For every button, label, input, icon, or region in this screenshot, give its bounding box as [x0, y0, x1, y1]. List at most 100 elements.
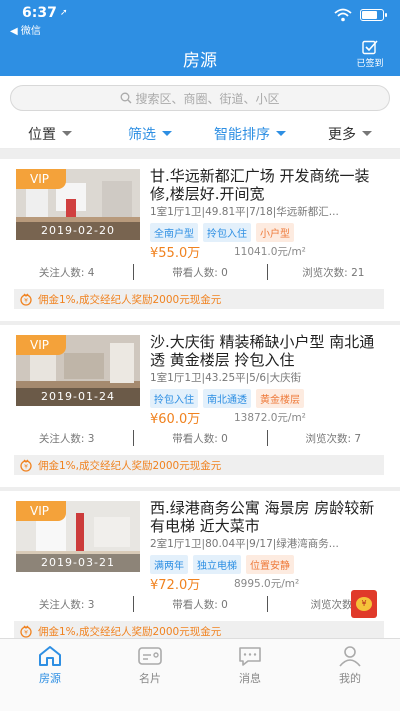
listing-photo: VIP 2019-03-21 [16, 501, 140, 572]
listing-unit-price: 11041.0元/m² [234, 246, 306, 258]
signin-label: 已签到 [356, 59, 384, 69]
listing-tags: 全南户型 拎包入住 小户型 [150, 223, 294, 242]
listing-stats: 关注人数: 3 带看人数: 0 浏览次数: [0, 591, 400, 617]
listing-tag: 拎包入住 [150, 389, 198, 408]
filter-location[interactable]: 位置 [0, 119, 100, 148]
svg-text:¥: ¥ [24, 464, 28, 471]
person-icon [339, 646, 361, 667]
status-bar: 6:37 ➚ ◀ 微信 [0, 0, 400, 37]
followers-count: 关注人数: 4 [38, 266, 95, 279]
tab-messages[interactable]: 消息 [200, 639, 300, 711]
search-section: 搜索区、商圈、街道、小区 [0, 76, 400, 119]
listing-stats: 关注人数: 4 带看人数: 0 浏览次数: 21 [0, 259, 400, 285]
listing-tags: 满两年 独立电梯 位置安静 [150, 555, 294, 574]
tab-listings-label: 房源 [39, 672, 61, 685]
filter-more[interactable]: 更多 [300, 119, 400, 148]
page-title: 房源 [183, 51, 217, 71]
listing-photo: VIP 2019-01-24 [16, 335, 140, 406]
listing-photo: VIP 2019-02-20 [16, 169, 140, 240]
commission-text: 佣金1%,成交经纪人奖励2000元现金元 [38, 293, 222, 306]
listing-tag: 独立电梯 [193, 555, 241, 574]
views-count: 浏览次数: [266, 591, 400, 617]
filter-more-label: 更多 [328, 126, 356, 143]
filter-bar: 位置 筛选 智能排序 更多 [0, 119, 400, 149]
commission-banner: ¥ 佣金1%,成交经纪人奖励2000元现金元 [14, 455, 384, 475]
listing-tag: 全南户型 [150, 223, 198, 242]
commission-banner: ¥ 佣金1%,成交经纪人奖励2000元现金元 [14, 289, 384, 309]
listing-tags: 拎包入住 南北通透 黄金楼层 [150, 389, 304, 408]
listing-card[interactable]: VIP 2019-02-20 甘.华远新都汇广场 开发商统一装修,楼层好.开间宽… [0, 159, 400, 321]
viewings-count: 带看人数: 0 [133, 591, 266, 617]
filter-sort-label: 智能排序 [214, 126, 270, 143]
caret-down-icon [276, 131, 286, 136]
money-bag-icon: ¥ [20, 293, 32, 306]
wifi-icon [334, 8, 352, 22]
listing-tag: 黄金楼层 [256, 389, 304, 408]
house-icon [39, 646, 61, 666]
tab-messages-label: 消息 [239, 672, 261, 685]
listing-tag: 南北通透 [203, 389, 251, 408]
svg-text:¥: ¥ [24, 630, 28, 637]
red-packet-icon: ¥ [356, 597, 372, 611]
commission-text: 佣金1%,成交经纪人奖励2000元现金元 [38, 625, 222, 638]
nav-bar: 房源 已签到 [0, 36, 400, 76]
listing-meta: 2室1厅1卫|80.04平|9/17|绿港湾商务... [150, 538, 339, 550]
followers-count: 关注人数: 3 [38, 432, 95, 445]
listing-tag: 拎包入住 [203, 223, 251, 242]
listing-unit-price: 13872.0元/m² [234, 412, 306, 424]
views-count: 浏览次数: 21 [266, 259, 400, 285]
money-bag-icon: ¥ [20, 459, 32, 472]
filter-screening[interactable]: 筛选 [100, 119, 200, 148]
back-to-app-link[interactable]: ◀ 微信 [10, 22, 41, 37]
commission-text: 佣金1%,成交经纪人奖励2000元现金元 [38, 459, 222, 472]
signin-check-icon [362, 40, 378, 55]
filter-location-label: 位置 [28, 126, 56, 143]
listing-card[interactable]: VIP 2019-03-21 西.绿港商务公寓 海景房 房龄较新 有电梯 近大菜… [0, 491, 400, 653]
listing-title: 甘.华远新都汇广场 开发商统一装修,楼层好.开间宽 [150, 167, 370, 203]
signin-button[interactable]: 已签到 [350, 40, 390, 69]
listing-meta: 1室1厅1卫|49.81平|7/18|华远新都汇... [150, 206, 339, 218]
status-time: 6:37 [22, 5, 57, 21]
followers-count: 关注人数: 3 [38, 598, 95, 611]
listing-card[interactable]: VIP 2019-01-24 沙.大庆街 精装稀缺小户型 南北通透 黄金楼层 拎… [0, 325, 400, 487]
message-icon [239, 647, 261, 666]
viewings-count: 带看人数: 0 [133, 425, 266, 451]
vip-badge: VIP [16, 501, 66, 521]
svg-text:¥: ¥ [24, 298, 28, 305]
filter-screening-label: 筛选 [128, 126, 156, 143]
tab-card-label: 名片 [139, 672, 161, 685]
location-arrow-icon: ➚ [60, 8, 68, 18]
listing-tag: 小户型 [256, 223, 294, 242]
listing-stats: 关注人数: 3 带看人数: 0 浏览次数: 7 [0, 425, 400, 451]
listing-date: 2019-02-20 [16, 222, 140, 240]
listing-date: 2019-01-24 [16, 388, 140, 406]
bottom-tab-bar: 房源 名片 消息 我的 [0, 638, 400, 711]
listing-meta: 1室1厅1卫|43.25平|5/6|大庆街 [150, 372, 302, 384]
search-input[interactable]: 搜索区、商圈、街道、小区 [10, 85, 390, 111]
listing-tag: 位置安静 [246, 555, 294, 574]
card-icon [138, 647, 162, 665]
money-bag-icon: ¥ [20, 625, 32, 638]
search-icon [121, 92, 132, 104]
caret-down-icon [362, 131, 372, 136]
status-indicators [334, 8, 387, 22]
views-count: 浏览次数: 7 [266, 425, 400, 451]
tab-profile[interactable]: 我的 [300, 639, 400, 711]
viewings-count: 带看人数: 0 [133, 259, 266, 285]
listing-title: 沙.大庆街 精装稀缺小户型 南北通透 黄金楼层 拎包入住 [150, 333, 375, 369]
tab-listings[interactable]: 房源 [0, 639, 100, 711]
tab-card[interactable]: 名片 [100, 639, 200, 711]
vip-badge: VIP [16, 169, 66, 189]
listing-tag: 满两年 [150, 555, 188, 574]
listing-unit-price: 8995.0元/m² [234, 578, 300, 590]
tab-profile-label: 我的 [339, 672, 361, 685]
vip-badge: VIP [16, 335, 66, 355]
listing-title: 西.绿港商务公寓 海景房 房龄较新 有电梯 近大菜市 [150, 499, 375, 535]
search-placeholder: 搜索区、商圈、街道、小区 [135, 91, 280, 106]
battery-icon [360, 9, 387, 21]
caret-down-icon [62, 131, 72, 136]
caret-down-icon [162, 131, 172, 136]
filter-sort[interactable]: 智能排序 [200, 119, 300, 148]
listing-date: 2019-03-21 [16, 554, 140, 572]
red-packet-button[interactable]: ¥ [351, 590, 377, 618]
